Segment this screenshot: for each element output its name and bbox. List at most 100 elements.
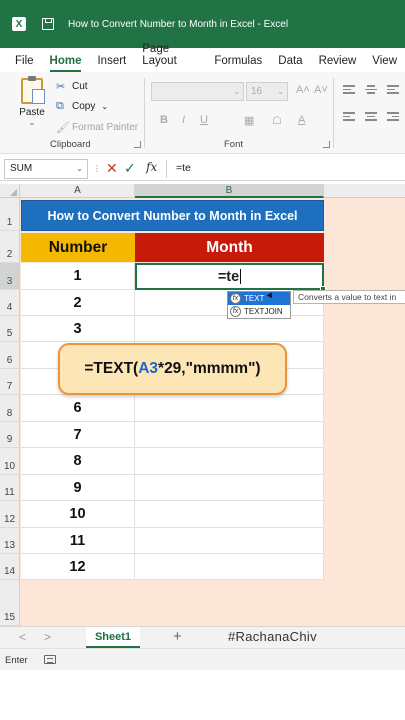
cell-b8[interactable] — [135, 395, 324, 422]
cell-b14[interactable] — [135, 554, 324, 580]
chevron-down-icon: ⌄ — [277, 87, 284, 96]
format-painter-button[interactable]: 🖌 Format Painter — [56, 121, 138, 134]
copy-button[interactable]: ⧉ Copy ⌄ — [56, 100, 108, 113]
text-cursor — [240, 269, 242, 284]
cell-b12[interactable] — [135, 501, 324, 528]
format-painter-label: Format Painter — [72, 122, 139, 133]
worksheet-grid[interactable]: A B 1 2 3 4 5 6 7 8 9 10 11 12 13 14 15 1 2 3 6 7 8 9 10 11 12 … — [0, 184, 405, 626]
sheet-tab-sheet1[interactable]: Sheet1 — [86, 627, 140, 648]
cell-a14[interactable]: 12 — [21, 554, 135, 580]
more-icon: ⋮ — [93, 164, 101, 173]
tab-view[interactable]: View — [364, 55, 405, 72]
row-header-6[interactable]: 6 — [0, 342, 20, 369]
row-header-4[interactable]: 4 — [0, 290, 20, 316]
header-month[interactable]: Month — [135, 233, 324, 262]
cell-b5[interactable] — [135, 316, 324, 342]
font-name-select[interactable]: ⌄ — [151, 82, 244, 101]
cell-a12[interactable]: 10 — [21, 501, 135, 528]
grow-font-icon[interactable]: A˄ — [296, 84, 310, 96]
row-header-14[interactable]: 14 — [0, 554, 20, 580]
chevron-down-icon: ⌄ — [28, 118, 36, 127]
cell-a10[interactable]: 8 — [21, 448, 135, 475]
align-middle-icon[interactable] — [365, 85, 377, 95]
sheet-next-icon[interactable]: > — [44, 630, 51, 644]
row-header-1[interactable]: 1 — [0, 198, 20, 231]
insert-function-icon[interactable]: fx — [146, 160, 157, 174]
font-size-select[interactable]: 16 ⌄ — [246, 82, 288, 101]
row-header-8[interactable]: 8 — [0, 395, 20, 422]
underline-icon[interactable]: U — [200, 114, 208, 126]
ribbon-separator — [333, 78, 334, 148]
autocomplete-item-text[interactable]: fx TEXT — [228, 292, 290, 305]
clipboard-launcher-icon[interactable] — [134, 141, 141, 148]
tab-review[interactable]: Review — [311, 55, 365, 72]
cell-a5[interactable]: 3 — [21, 316, 135, 342]
row-header-15[interactable]: 15 — [0, 580, 20, 626]
formula-bar: SUM ⌄ ⋮ ✕ ✓ fx =te — [0, 157, 405, 181]
add-sheet-icon[interactable]: + — [173, 628, 182, 645]
cell-a3[interactable]: 1 — [21, 263, 135, 290]
name-box-value: SUM — [10, 163, 33, 174]
italic-icon[interactable]: I — [182, 114, 185, 126]
row-header-3[interactable]: 3 — [0, 263, 20, 290]
align-center-icon[interactable] — [365, 112, 377, 122]
bold-icon[interactable]: B — [160, 114, 168, 126]
align-left-icon[interactable] — [343, 112, 355, 122]
column-header-a[interactable]: A — [21, 184, 135, 198]
accessibility-icon[interactable] — [44, 655, 56, 664]
paste-label: Paste — [19, 107, 45, 118]
row-header-9[interactable]: 9 — [0, 422, 20, 448]
shrink-font-icon[interactable]: A˅ — [314, 84, 328, 96]
row-header-7[interactable]: 7 — [0, 369, 20, 395]
cell-a11[interactable]: 9 — [21, 475, 135, 501]
cell-b13[interactable] — [135, 528, 324, 554]
enter-icon[interactable]: ✓ — [124, 160, 136, 177]
active-cell-b3[interactable]: =te — [135, 263, 324, 290]
tab-home[interactable]: Home — [42, 55, 90, 72]
title-banner[interactable]: How to Convert Number to Month in Excel — [21, 200, 324, 231]
function-icon: fx — [230, 306, 241, 317]
font-launcher-icon[interactable] — [323, 141, 330, 148]
callout-suffix: *29,"mmmm") — [158, 360, 261, 377]
font-size-value: 16 — [251, 86, 263, 97]
tab-insert[interactable]: Insert — [89, 55, 134, 72]
cut-button[interactable]: ✂ Cut — [56, 80, 88, 93]
fill-color-icon[interactable]: ☖ — [272, 114, 282, 127]
row-header-13[interactable]: 13 — [0, 528, 20, 554]
align-right-icon[interactable] — [387, 112, 399, 122]
tab-page-layout[interactable]: Page Layout — [134, 43, 206, 72]
align-top-icon[interactable] — [343, 85, 355, 95]
cell-b11[interactable] — [135, 475, 324, 501]
row-header-5[interactable]: 5 — [0, 316, 20, 342]
row-header-2[interactable]: 2 — [0, 231, 20, 263]
cell-a8[interactable]: 6 — [21, 395, 135, 422]
save-icon[interactable] — [42, 18, 54, 30]
row-header-12[interactable]: 12 — [0, 501, 20, 528]
chevron-down-icon[interactable]: ⌄ — [101, 102, 108, 111]
row-header-10[interactable]: 10 — [0, 448, 20, 475]
align-bottom-icon[interactable] — [387, 85, 399, 95]
tab-formulas[interactable]: Formulas — [206, 55, 270, 72]
name-box[interactable]: SUM ⌄ — [4, 159, 88, 179]
cancel-icon[interactable]: ✕ — [106, 160, 118, 177]
tab-file[interactable]: File — [0, 55, 42, 72]
cell-b10[interactable] — [135, 448, 324, 475]
font-color-icon[interactable]: A — [298, 114, 305, 126]
select-all-corner[interactable] — [0, 184, 20, 198]
paste-button[interactable]: Paste ⌄ — [14, 76, 50, 127]
cell-a9[interactable]: 7 — [21, 422, 135, 448]
sheet-prev-icon[interactable]: < — [19, 630, 26, 644]
menu-bar: File Home Insert Page Layout Formulas Da… — [0, 43, 405, 72]
cell-a13[interactable]: 11 — [21, 528, 135, 554]
row-header-11[interactable]: 11 — [0, 475, 20, 501]
autocomplete-item-textjoin[interactable]: fx TEXTJOIN — [228, 305, 290, 318]
callout-cell-ref: A3 — [138, 360, 159, 377]
autocomplete-item-label: TEXT — [244, 294, 265, 303]
borders-icon[interactable]: ▦ — [244, 114, 254, 127]
formula-input[interactable]: =te — [176, 162, 191, 174]
tab-data[interactable]: Data — [270, 55, 310, 72]
column-header-b[interactable]: B — [135, 184, 324, 198]
cell-a4[interactable]: 2 — [21, 290, 135, 316]
cell-b9[interactable] — [135, 422, 324, 448]
header-number[interactable]: Number — [21, 233, 135, 262]
